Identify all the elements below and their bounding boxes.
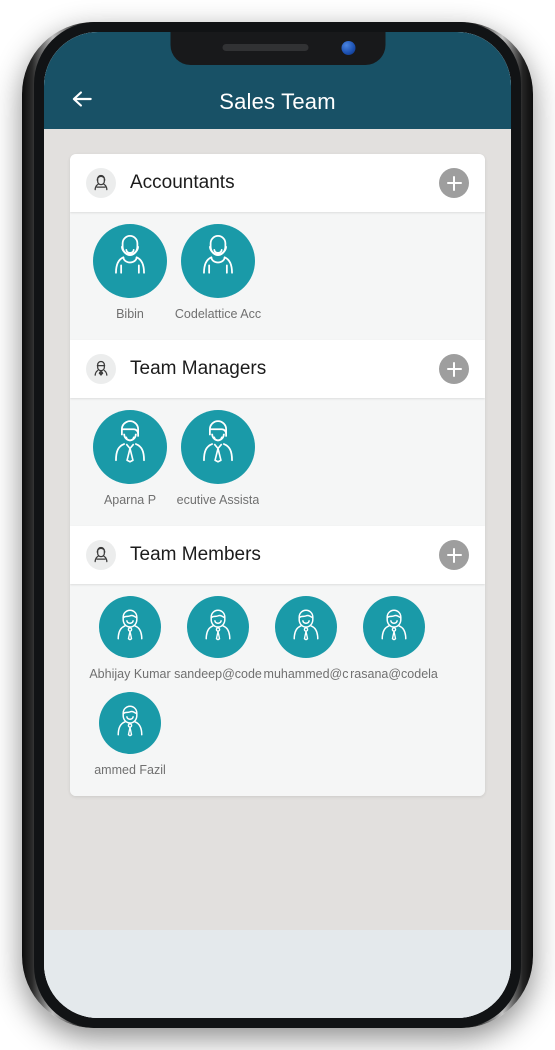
person-name: Codelattice Acc [174,307,262,321]
person-name: muhammed@c [263,667,349,681]
front-camera-icon [341,41,355,55]
avatar-glyph [117,609,143,641]
group-person-icon [94,360,108,376]
group-header-team-members[interactable]: Team Members [70,526,485,584]
person-card[interactable]: sandeep@code [174,596,262,682]
people-row-team-members: Abhijay Kumar sandeep@code muhammed@c ra… [70,584,485,796]
phone-screen: Sales Team Accountants Bibin Codelattice… [44,32,511,1018]
accountant-avatar [93,224,167,298]
earpiece-speaker-icon [222,44,308,51]
member-person-icon [86,540,116,570]
screenshot-stage: Sales Team Accountants Bibin Codelattice… [0,0,555,1050]
person-name: Aparna P [103,493,157,507]
manager-person-icon [86,354,116,384]
avatar-glyph [205,609,231,641]
group-header-team-managers[interactable]: Team Managers [70,340,485,398]
group-title-team-members: Team Members [130,544,261,565]
avatar-glyph [203,235,233,274]
group-title-accountants: Accountants [130,172,235,193]
avatar-glyph [117,705,143,737]
member-avatar [363,596,425,658]
manager-avatar [93,410,167,484]
person-name: sandeep@code [174,667,262,681]
accountant-avatar [181,224,255,298]
member-avatar [187,596,249,658]
avatar-glyph [381,609,407,641]
group-person-icon [94,174,108,191]
display-notch [170,32,385,65]
groups-card: Accountants Bibin Codelattice Acc Team Ma… [70,154,485,796]
add-to-team-managers-button[interactable] [439,354,469,384]
manager-avatar [181,410,255,484]
member-avatar [275,596,337,658]
add-to-team-members-button[interactable] [439,540,469,570]
person-name: rasana@codela [350,667,438,681]
person-card[interactable]: Codelattice Acc [174,224,262,322]
group-header-accountants[interactable]: Accountants [70,154,485,212]
bottom-safe-area [44,930,511,1018]
avatar-glyph [115,235,145,274]
page-title: Sales Team [219,89,336,114]
person-card[interactable]: muhammed@c [262,596,350,682]
back-button[interactable] [60,77,104,121]
member-avatar [99,596,161,658]
arrow-left-icon [72,91,92,107]
group-title-team-managers: Team Managers [130,358,267,379]
person-card[interactable]: ecutive Assista [174,410,262,508]
group-person-icon [94,546,108,563]
person-card[interactable]: Abhijay Kumar [86,596,174,682]
avatar-glyph [293,609,319,641]
person-card[interactable]: ammed Fazil [86,692,174,778]
people-row-accountants: Bibin Codelattice Acc [70,212,485,340]
person-card[interactable]: Bibin [86,224,174,322]
person-name: Bibin [116,307,144,321]
people-row-team-managers: Aparna P ecutive Assista [70,398,485,526]
accountant-person-icon [86,168,116,198]
add-to-accountants-button[interactable] [439,168,469,198]
app-root: Sales Team Accountants Bibin Codelattice… [44,32,511,1018]
avatar-glyph [203,420,233,463]
person-name: ecutive Assista [176,493,260,507]
member-avatar [99,692,161,754]
person-card[interactable]: Aparna P [86,410,174,508]
person-name: ammed Fazil [94,763,166,777]
person-card[interactable]: rasana@codela [350,596,438,682]
person-name: Abhijay Kumar [89,667,171,681]
page-background: Accountants Bibin Codelattice Acc Team Ma… [44,129,511,930]
avatar-glyph [115,420,145,463]
